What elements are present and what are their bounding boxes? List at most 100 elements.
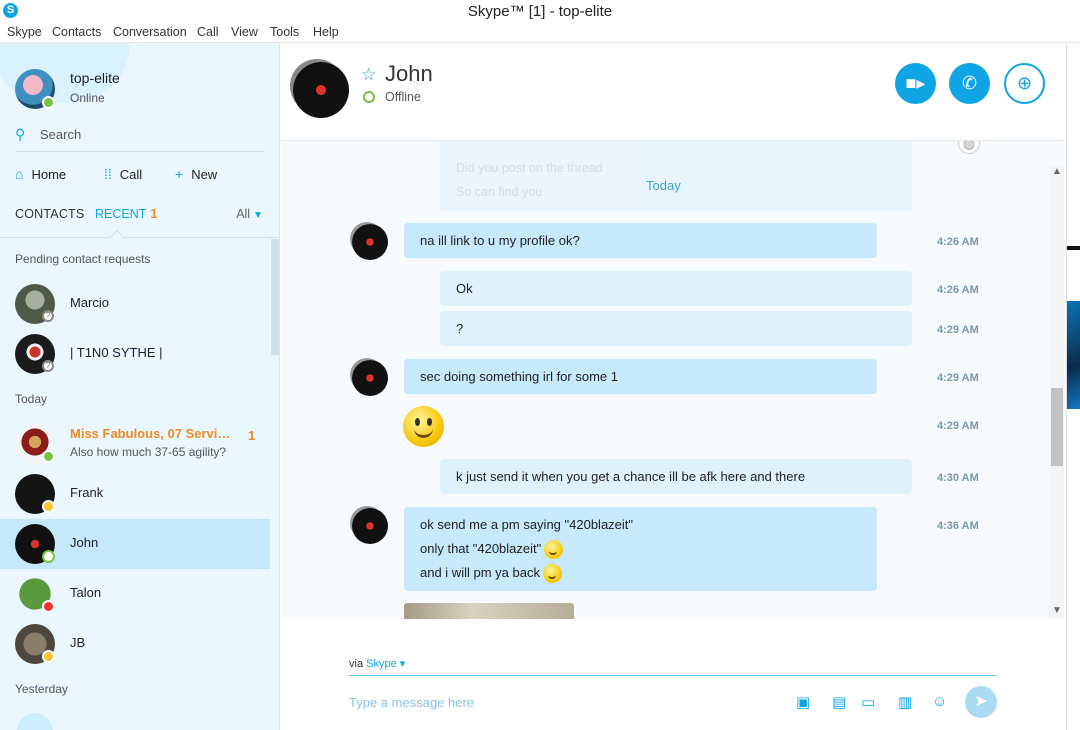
menu-bar: Skype Contacts Conversation Call View To… xyxy=(0,23,1080,43)
emoticon-icon[interactable]: ☺ xyxy=(932,693,947,710)
home-icon: ⌂ xyxy=(15,166,24,182)
send-photo-icon[interactable]: ▣ xyxy=(796,693,810,711)
smile-emoticon-icon xyxy=(544,540,564,559)
menu-conversation[interactable]: Conversation xyxy=(113,25,187,39)
message-time: 4:36 AM xyxy=(937,520,979,532)
send-contact-icon[interactable]: ▥ xyxy=(898,693,912,711)
nav-call-label: Call xyxy=(119,167,143,182)
online-status-icon xyxy=(42,96,55,109)
contact-tabs: CONTACTS RECENT 1 All ▼ xyxy=(15,206,265,226)
window-title: Skype™ [1] - top-elite xyxy=(467,3,613,20)
date-divider: Today xyxy=(646,178,681,193)
message-time: 4:29 AM xyxy=(937,324,979,336)
message-bubble[interactable]: ok send me a pm saying "420blazeit" only… xyxy=(404,507,877,591)
nav-call-button[interactable]: ⁞⁞ Call xyxy=(104,166,142,182)
message-text: sec doing something irl for some 1 xyxy=(420,369,618,384)
contact-item-john[interactable]: John xyxy=(0,519,270,569)
smile-emoticon-icon[interactable] xyxy=(403,406,444,447)
video-camera-icon: ■▸ xyxy=(905,73,926,93)
contact-item-talon[interactable]: Talon xyxy=(0,569,270,619)
send-file-icon[interactable]: ▤ xyxy=(832,693,846,711)
contact-name: John xyxy=(70,535,99,550)
search-box[interactable]: ⚲ Search xyxy=(15,126,265,152)
menu-tools[interactable]: Tools xyxy=(270,25,299,39)
chat-scrollbar[interactable]: ▲ ▼ xyxy=(1050,166,1064,618)
sidebar: top-elite Online ⚲ Search ⌂ Home ⁞⁞ Call +… xyxy=(0,43,280,730)
online-status-icon xyxy=(42,450,55,463)
contact-item-t1n0-sythe[interactable]: ? | T1N0 SYTHE | xyxy=(0,329,270,379)
sidebar-scrollbar[interactable] xyxy=(271,239,279,355)
plus-icon: + xyxy=(175,166,184,182)
message-text: na ill link to u my profile ok? xyxy=(420,233,580,248)
scrollbar-thumb[interactable] xyxy=(1051,388,1063,466)
message-time: 4:29 AM xyxy=(937,420,979,432)
message-text: ? xyxy=(456,321,464,336)
contact-item-marcio[interactable]: ? Marcio xyxy=(0,279,270,329)
voice-call-button[interactable]: ✆ xyxy=(949,63,990,104)
via-prefix: via xyxy=(349,658,364,670)
scroll-down-icon[interactable]: ▼ xyxy=(1052,605,1062,616)
star-icon[interactable]: ☆ xyxy=(361,65,376,85)
chat-history: ◍ Did you post on the thread So can find… xyxy=(281,141,1066,619)
message-text: only that "420blazeit" xyxy=(420,540,542,556)
recent-count-badge: 1 xyxy=(150,207,158,221)
shared-image-thumbnail[interactable] xyxy=(404,603,574,619)
away-status-icon xyxy=(42,500,55,513)
contact-name: Miss Fabulous, 07 Servic... xyxy=(70,426,235,441)
message-bubble[interactable]: k just send it when you get a chance ill… xyxy=(440,459,912,494)
menu-call[interactable]: Call xyxy=(197,25,219,39)
filter-dropdown[interactable]: All ▼ xyxy=(236,207,263,221)
via-service: Skype xyxy=(366,658,397,670)
via-selector[interactable]: via Skype ▾ xyxy=(349,657,405,670)
menu-help[interactable]: Help xyxy=(313,25,339,39)
message-bubble[interactable]: Ok xyxy=(440,271,912,306)
chevron-down-icon: ▾ xyxy=(396,658,406,670)
tab-divider xyxy=(0,237,280,238)
nav-new-label: New xyxy=(191,167,218,182)
message-text-line-3: and i will pm ya back xyxy=(420,564,562,583)
tab-contacts[interactable]: CONTACTS xyxy=(15,207,84,221)
section-today: Today xyxy=(15,392,48,406)
add-person-icon: ⊕ xyxy=(1016,73,1033,93)
section-pending: Pending contact requests xyxy=(15,252,151,266)
offline-status-icon xyxy=(42,550,55,563)
contact-item-jb[interactable]: JB xyxy=(0,619,270,669)
composer-divider xyxy=(349,675,997,676)
avatar[interactable] xyxy=(17,713,53,730)
nav-new-button[interactable]: + New xyxy=(175,166,217,182)
message-bubble[interactable]: na ill link to u my profile ok? xyxy=(404,223,877,258)
filter-label: All xyxy=(236,207,251,221)
contact-item-frank[interactable]: Frank xyxy=(0,469,270,519)
sender-avatar[interactable] xyxy=(352,360,388,396)
sender-avatar[interactable] xyxy=(352,508,388,544)
contact-avatar[interactable] xyxy=(293,62,349,118)
message-input[interactable]: Type a message here xyxy=(349,695,474,710)
menu-view[interactable]: View xyxy=(231,25,258,39)
contact-name: Frank xyxy=(70,485,104,500)
my-status[interactable]: Online xyxy=(70,91,105,105)
message-time: 4:26 AM xyxy=(937,236,979,248)
globe-icon[interactable]: ◍ xyxy=(958,141,980,154)
scroll-up-icon[interactable]: ▲ xyxy=(1052,166,1062,177)
message-text: Ok xyxy=(456,281,473,296)
tab-recent[interactable]: RECENT 1 xyxy=(95,207,157,221)
my-name[interactable]: top-elite xyxy=(70,70,120,86)
menu-contacts[interactable]: Contacts xyxy=(52,25,101,39)
away-status-icon xyxy=(42,650,55,663)
video-call-button[interactable]: ■▸ xyxy=(895,63,936,104)
nav-home-button[interactable]: ⌂ Home xyxy=(15,166,66,182)
send-button[interactable]: ➤ xyxy=(965,686,997,718)
do-not-disturb-icon xyxy=(42,600,55,613)
add-people-button[interactable]: ⊕ xyxy=(1004,63,1045,104)
menu-skype[interactable]: Skype xyxy=(7,25,42,39)
conversation-header: ☆ John Offline ■▸ ✆ ⊕ xyxy=(281,43,1066,141)
tab-indicator xyxy=(109,229,125,245)
video-message-icon[interactable]: ▭ xyxy=(861,693,875,711)
sender-avatar[interactable] xyxy=(352,224,388,260)
conversation-contact-name[interactable]: John xyxy=(385,61,433,87)
contact-name: JB xyxy=(70,635,86,650)
contact-item-miss-fabulous[interactable]: Miss Fabulous, 07 Servic... Also how muc… xyxy=(0,419,270,469)
tab-recent-label: RECENT xyxy=(95,207,147,221)
message-bubble[interactable]: sec doing something irl for some 1 xyxy=(404,359,877,394)
message-bubble[interactable]: ? xyxy=(440,311,912,346)
